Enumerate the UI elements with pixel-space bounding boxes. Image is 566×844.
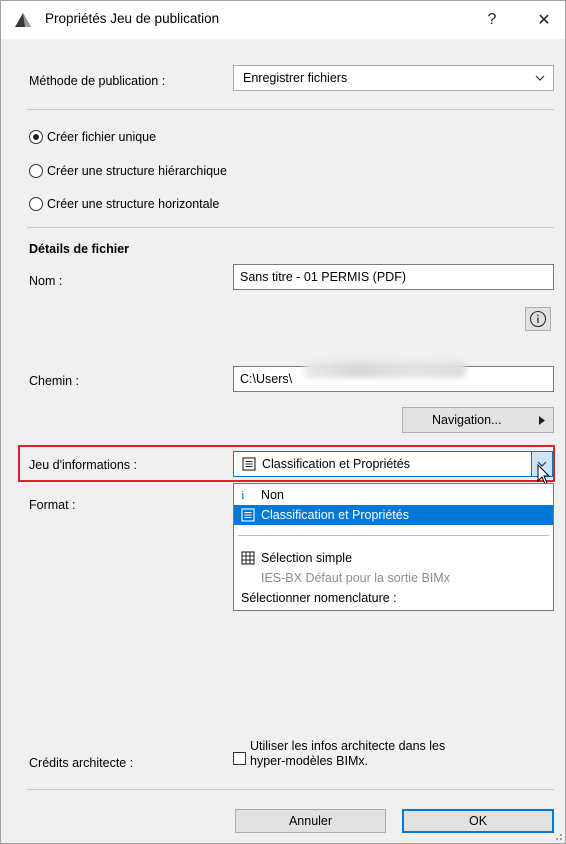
- ok-button[interactable]: OK: [402, 809, 554, 833]
- option-label: Classification et Propriétés: [261, 508, 409, 522]
- option-label: IES-BX Défaut pour la sortie BIMx: [261, 571, 450, 585]
- path-label: Chemin :: [29, 374, 80, 388]
- help-button[interactable]: ?: [477, 6, 507, 34]
- option-simple-selection[interactable]: Sélection simple: [234, 548, 553, 568]
- browse-button[interactable]: Navigation...: [402, 407, 554, 433]
- radio-hierarchical-structure[interactable]: Créer une structure hiérarchique: [27, 162, 327, 180]
- document-icon: [241, 508, 255, 522]
- radio-button[interactable]: [29, 164, 43, 178]
- option-classification-properties[interactable]: Classification et Propriétés: [234, 505, 553, 525]
- publish-method-label: Méthode de publication :: [29, 74, 166, 88]
- close-button[interactable]: ✕: [529, 6, 559, 34]
- path-value: C:\Users\: [240, 372, 293, 386]
- radio-single-file[interactable]: Créer fichier unique: [27, 128, 327, 146]
- title-bar: Propriétés Jeu de publication ? ✕: [1, 1, 565, 39]
- separator: [27, 109, 554, 110]
- info-set-value: Classification et Propriétés: [262, 457, 410, 471]
- publish-set-properties-dialog: Propriétés Jeu de publication ? ✕ Méthod…: [0, 0, 566, 844]
- option-label: Sélection simple: [261, 551, 353, 565]
- window-title: Propriétés Jeu de publication: [45, 11, 220, 26]
- info-icon: i: [241, 487, 245, 502]
- radio-button-checked[interactable]: [29, 130, 43, 144]
- chevron-down-icon: [535, 75, 545, 81]
- option-select-schedule[interactable]: Sélectionner nomenclature :: [234, 588, 553, 608]
- document-icon: [242, 457, 256, 471]
- publish-method-value: Enregistrer fichiers: [243, 71, 348, 85]
- option-label: Sélectionner nomenclature :: [241, 591, 397, 605]
- archicad-app-icon: [15, 13, 31, 27]
- browse-label: Navigation...: [432, 413, 502, 427]
- info-button[interactable]: [525, 307, 551, 331]
- option-none[interactable]: i Non: [234, 485, 553, 505]
- radio-button[interactable]: [29, 197, 43, 211]
- info-set-select[interactable]: Classification et Propriétés: [233, 451, 553, 477]
- separator: [27, 227, 554, 228]
- radio-label: Créer fichier unique: [47, 130, 157, 144]
- info-circle-icon: [529, 310, 547, 328]
- redacted-path-blur: [304, 362, 466, 378]
- radio-label: Créer une structure hiérarchique: [47, 164, 227, 178]
- checkbox-label-line: Utiliser les infos architecte dans les: [250, 739, 446, 753]
- architect-credits-label: Crédits architecte :: [29, 756, 134, 770]
- arrow-right-icon: [539, 416, 545, 425]
- table-icon: [241, 551, 255, 565]
- architect-info-checkbox[interactable]: [233, 752, 246, 765]
- name-input[interactable]: Sans titre - 01 PERMIS (PDF): [233, 264, 554, 290]
- publish-method-select[interactable]: Enregistrer fichiers: [233, 65, 554, 91]
- architect-checkbox-label[interactable]: Utiliser les infos architecte dans les h…: [250, 739, 445, 769]
- cancel-button[interactable]: Annuler: [235, 809, 386, 833]
- resize-grip-icon[interactable]: [553, 831, 563, 841]
- format-label: Format :: [29, 498, 76, 512]
- info-set-label: Jeu d'informations :: [29, 458, 137, 472]
- separator: [238, 535, 549, 536]
- file-details-heading: Détails de fichier: [29, 242, 130, 256]
- radio-label: Créer une structure horizontale: [47, 197, 220, 211]
- separator: [27, 789, 554, 790]
- radio-flat-structure[interactable]: Créer une structure horizontale: [27, 195, 327, 213]
- checkbox-label-line: hyper-modèles BIMx.: [250, 754, 369, 768]
- name-label: Nom :: [29, 274, 63, 288]
- option-label: Non: [261, 488, 284, 502]
- option-ies-bx-default: IES-BX Défaut pour la sortie BIMx: [234, 568, 553, 588]
- info-set-dropdown-list: i Non Classification et Propriétés Sélec…: [233, 483, 554, 611]
